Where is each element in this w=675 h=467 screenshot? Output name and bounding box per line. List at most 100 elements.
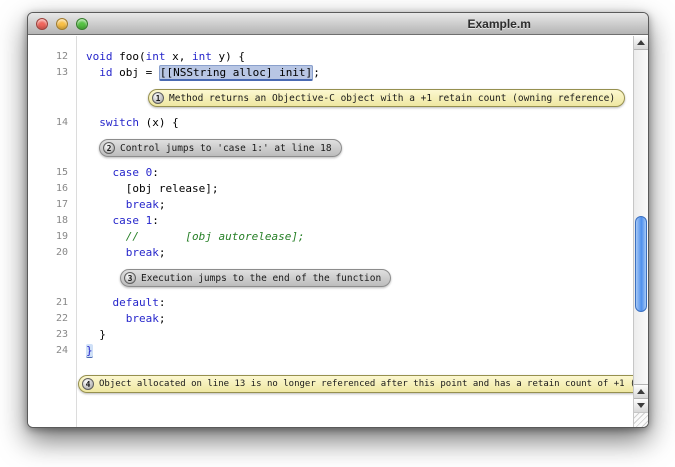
code-segment: int [146, 50, 166, 63]
annotation-number-badge: 3 [124, 272, 136, 284]
editor-content: 12void foo(int x, int y) {13 id obj = [[… [28, 36, 648, 427]
code-text: break; [76, 245, 166, 261]
leak-highlight: } [86, 344, 93, 358]
code-segment [86, 246, 126, 259]
annotation-bubble[interactable]: 2 Control jumps to 'case 1:' at line 18 [99, 139, 342, 157]
code-line[interactable]: 16 [obj release]; [28, 181, 633, 197]
line-number[interactable]: 14 [28, 115, 76, 131]
annotation-text: Control jumps to 'case 1:' at line 18 [120, 143, 332, 154]
code-segment [139, 166, 146, 179]
title-bar[interactable]: Example.m [28, 13, 648, 35]
scroll-up-button-top[interactable] [634, 36, 648, 50]
down-arrow-icon [637, 403, 645, 408]
code-segment: switch [99, 116, 139, 129]
code-segment: x, [166, 50, 193, 63]
code-segment [86, 296, 113, 309]
minimize-button[interactable] [56, 18, 68, 30]
line-number[interactable]: 24 [28, 343, 76, 359]
code-segment [139, 214, 146, 227]
code-segment: // [obj autorelease]; [126, 230, 305, 243]
annotation-number-badge: 4 [82, 378, 94, 390]
line-number[interactable]: 22 [28, 311, 76, 327]
code-rows: 12void foo(int x, int y) {13 id obj = [[… [28, 36, 633, 393]
annotation-text: Object allocated on line 13 is no longer… [99, 379, 633, 389]
code-line[interactable]: 21 default: [28, 295, 633, 311]
code-segment: void [86, 50, 113, 63]
scroll-up-button[interactable] [634, 384, 648, 398]
code-segment: break [126, 312, 159, 325]
resize-grip[interactable] [633, 412, 648, 427]
code-text: // [obj autorelease]; [76, 229, 305, 245]
code-text: default: [76, 295, 165, 311]
code-segment [86, 198, 126, 211]
code-text: [obj release]; [76, 181, 218, 197]
line-number[interactable]: 17 [28, 197, 76, 213]
code-text: switch (x) { [76, 115, 179, 131]
annotation-number-badge: 1 [152, 92, 164, 104]
code-segment: ; [159, 198, 166, 211]
line-number[interactable]: 19 [28, 229, 76, 245]
up-arrow-icon [637, 40, 645, 45]
vertical-scrollbar[interactable] [633, 36, 648, 412]
line-number[interactable]: 20 [28, 245, 76, 261]
code-segment: : [152, 166, 159, 179]
code-line[interactable]: 12void foo(int x, int y) { [28, 49, 633, 65]
line-number[interactable]: 13 [28, 65, 76, 81]
code-line[interactable]: 19 // [obj autorelease]; [28, 229, 633, 245]
scrollbar-thumb[interactable] [635, 216, 647, 312]
code-text: } [76, 343, 93, 359]
code-segment: break [126, 246, 159, 259]
code-line[interactable]: 13 id obj = [[NSString alloc] init]; [28, 65, 633, 81]
code-line[interactable]: 17 break; [28, 197, 633, 213]
annotation-text: Execution jumps to the end of the functi… [141, 273, 381, 284]
line-number[interactable]: 12 [28, 49, 76, 65]
code-segment [86, 116, 99, 129]
code-segment: obj = [113, 66, 159, 79]
code-line[interactable]: 20 break; [28, 245, 633, 261]
code-segment: : [152, 214, 159, 227]
annotation-row: 1Method returns an Objective-C object wi… [28, 89, 633, 107]
code-segment: foo( [113, 50, 146, 63]
code-text: case 0: [76, 165, 159, 181]
code-line[interactable]: 22 break; [28, 311, 633, 327]
annotation-bubble[interactable]: 4 Object allocated on line 13 is no longe… [78, 375, 633, 393]
line-number[interactable]: 23 [28, 327, 76, 343]
annotation-number-badge: 2 [103, 142, 115, 154]
close-button[interactable] [36, 18, 48, 30]
code-line[interactable]: 23 } [28, 327, 633, 343]
code-segment: case [113, 214, 140, 227]
code-segment: ; [313, 66, 320, 79]
code-text: break; [76, 311, 166, 327]
code-segment [86, 166, 113, 179]
analyzer-highlight: [[NSString alloc] init] [159, 65, 313, 81]
line-number[interactable]: 16 [28, 181, 76, 197]
annotation-bubble[interactable]: 1Method returns an Objective-C object wi… [148, 89, 625, 107]
line-number[interactable]: 18 [28, 213, 76, 229]
scroll-down-button[interactable] [634, 398, 648, 412]
code-segment: : [159, 296, 166, 309]
annotation-row: 2 Control jumps to 'case 1:' at line 18 [28, 139, 633, 157]
code-text: } [76, 327, 106, 343]
code-segment: ; [159, 246, 166, 259]
code-segment [86, 66, 99, 79]
xcode-window: Example.m 12void foo(int x, int y) {13 i… [27, 12, 649, 428]
code-editor[interactable]: 12void foo(int x, int y) {13 id obj = [[… [28, 36, 633, 427]
code-segment [86, 214, 113, 227]
code-line[interactable]: 18 case 1: [28, 213, 633, 229]
code-segment [86, 312, 126, 325]
code-segment: case [113, 166, 140, 179]
code-line[interactable]: 24} [28, 343, 633, 359]
code-segment: default [113, 296, 159, 309]
code-segment: (x) { [139, 116, 179, 129]
window-controls [36, 18, 88, 30]
code-segment: id [99, 66, 112, 79]
annotation-row: 4 Object allocated on line 13 is no longe… [28, 375, 633, 393]
annotation-bubble[interactable]: 3 Execution jumps to the end of the funct… [120, 269, 391, 287]
code-line[interactable]: 15 case 0: [28, 165, 633, 181]
zoom-button[interactable] [76, 18, 88, 30]
line-number[interactable]: 15 [28, 165, 76, 181]
code-segment: y) { [212, 50, 245, 63]
code-segment [86, 230, 126, 243]
line-number[interactable]: 21 [28, 295, 76, 311]
code-line[interactable]: 14 switch (x) { [28, 115, 633, 131]
